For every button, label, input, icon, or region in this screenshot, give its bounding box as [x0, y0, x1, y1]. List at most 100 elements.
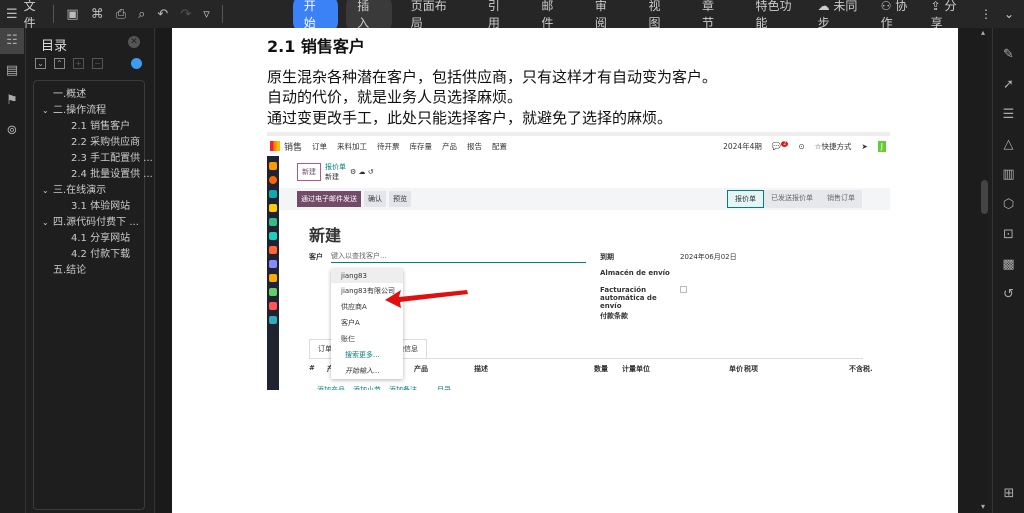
toc-item[interactable]: 2.3 手工配置供 ... [34, 151, 153, 167]
collapse-icon[interactable]: ⌃ [54, 58, 65, 69]
odoo-nav-item[interactable]: 产品 [442, 141, 457, 152]
expand-icon[interactable]: ⌄ [35, 58, 46, 69]
gear-icon[interactable]: ⚙ ☁ ↺ [350, 168, 374, 176]
scroll-down-icon[interactable]: ▾ [981, 502, 985, 511]
divider [221, 5, 223, 23]
odoo-nav-item[interactable]: 报告 [467, 141, 482, 152]
undo-icon[interactable]: ↶ [157, 7, 168, 22]
search-more-link[interactable]: 搜索更多... [331, 347, 403, 363]
clock-icon[interactable]: ⊙ [798, 142, 804, 151]
collab-button[interactable]: ⚇ 协作 [881, 0, 919, 31]
scroll-up-icon[interactable]: ▴ [981, 28, 985, 37]
shortcut[interactable]: ☆快捷方式 [815, 141, 852, 152]
paragraph: 原生混杂各种潜在客户，包括供应商，只有这样才有自动变为客户。 [267, 68, 718, 86]
remove-icon[interactable]: − [92, 58, 103, 69]
toc-item[interactable]: 五.结论 [34, 263, 144, 279]
paragraph: 自动的代价，就是业务人员选择麻烦。 [267, 88, 523, 106]
pen-icon[interactable]: ✎ [993, 40, 1024, 70]
chevron-icon[interactable]: ⌄ [42, 103, 53, 119]
odoo-nav-item[interactable]: 配置 [492, 141, 507, 152]
chevron-down-icon[interactable]: ⌄ [1004, 7, 1014, 21]
chat-icon[interactable]: 💬 2 [772, 141, 789, 151]
menu-icon[interactable]: ☰ [6, 7, 18, 22]
odoo-nav-item[interactable]: 来料加工 [337, 141, 367, 152]
history-icon[interactable]: ↺ [993, 280, 1024, 310]
send-icon[interactable]: ➤ [861, 142, 867, 151]
apps-grid-icon[interactable]: ⊞ [993, 479, 1024, 509]
column-header: 单价 [729, 365, 743, 373]
toc-item-label: 4.2 付款下载 [71, 249, 131, 260]
dropdown-option[interactable]: 账仨 [331, 331, 403, 347]
share-button[interactable]: ⇪ 分享 [931, 0, 968, 31]
add-icon[interactable]: + [73, 58, 84, 69]
toc-item[interactable]: 4.1 分享网站 [34, 231, 144, 247]
confirm-button[interactable]: 确认 [364, 191, 386, 207]
save-icon[interactable]: ▣ [66, 7, 78, 22]
toc-item[interactable]: ⌄ 二.操作流程 [34, 103, 144, 119]
chevron-icon[interactable]: ⌄ [42, 215, 53, 231]
form-field: Almacén de envío [600, 269, 737, 286]
shapes-icon[interactable]: △ [993, 130, 1024, 160]
paragraph: 通过变更改手工，此处只能选择客户，就避免了选择的麻烦。 [267, 109, 673, 127]
toc-item[interactable]: 2.4 批量设置供 ... [34, 167, 153, 183]
column-header: 不含税. [849, 365, 873, 373]
more-icon[interactable]: ▿ [203, 7, 210, 22]
send-email-button[interactable]: 通过电子邮件发送 [297, 191, 361, 207]
toc-item[interactable]: 2.2 采购供应商 [34, 135, 144, 151]
add-link[interactable]: 添加小节 [353, 385, 381, 390]
print-icon[interactable]: ⎙ [116, 7, 126, 22]
customer-input[interactable]: 键入以查找客户... [331, 251, 586, 263]
odoo-nav-item[interactable]: 订单 [312, 141, 327, 152]
chart-icon[interactable]: ▥ [993, 160, 1024, 190]
preview-button[interactable]: 预览 [389, 191, 411, 207]
add-link[interactable]: 目录 [437, 385, 451, 390]
chevron-icon[interactable]: ⌄ [42, 183, 53, 199]
close-icon[interactable]: ✕ [128, 36, 140, 48]
add-link[interactable]: 添加备注 [389, 385, 417, 390]
badge: 2 [781, 141, 789, 148]
print-preview-icon[interactable]: ⌕ [138, 7, 145, 22]
file-menu[interactable]: 文件 [24, 0, 48, 31]
dropdown-option[interactable]: 客户A [331, 315, 403, 331]
new-button[interactable]: 新建 [297, 163, 321, 181]
ai-icon[interactable] [131, 58, 142, 69]
toc-item[interactable]: 3.1 体验网站 [34, 199, 144, 215]
record-title: 新建 [309, 226, 342, 245]
sync-status[interactable]: ☁ 未同步 [818, 0, 869, 31]
toc-item-label: 二.操作流程 [53, 105, 107, 116]
hexagon-icon[interactable]: ⬡ [993, 190, 1024, 220]
odoo-nav-item[interactable]: 库存量 [410, 141, 433, 152]
stage-order[interactable]: 销售订单 [820, 190, 862, 208]
toc-item[interactable]: 一.概述 [34, 87, 144, 103]
toc-item-label: 2.1 销售客户 [71, 121, 131, 132]
toc-item[interactable]: 4.2 付款下载 [34, 247, 144, 263]
toc-item[interactable]: ⌄ 四.源代码付费下 ... [34, 215, 144, 231]
settings-sliders-icon[interactable]: ☰ [993, 100, 1024, 130]
cursor-icon[interactable]: ➚ [993, 70, 1024, 100]
vertical-scrollbar[interactable]: ▴ ▾ [960, 28, 988, 513]
stage-sent[interactable]: 已发送报价单 [764, 190, 820, 208]
bookmark-icon[interactable]: ⚑ [0, 88, 24, 114]
avatar[interactable]: J [877, 140, 886, 152]
toc-item[interactable]: ⌄ 三.在线演示 [34, 183, 144, 199]
portrait-icon[interactable]: ⊡ [993, 220, 1024, 250]
find-icon[interactable]: ⊚ [0, 118, 24, 144]
add-link[interactable]: 添加产品 [317, 385, 345, 390]
toc-icon[interactable]: ☷ [0, 28, 24, 54]
stage-quotation[interactable]: 报价单 [727, 190, 764, 208]
embedded-screenshot: 销售 订单 来料加工 待开票 库存量 产品 报告 配置 2024年4期 💬 2 ⊙ ☆快捷方式… [267, 132, 890, 390]
page-icon[interactable]: ▤ [0, 58, 24, 84]
toc-item[interactable]: 2.1 销售客户 [34, 119, 144, 135]
odoo-nav-item[interactable]: 待开票 [377, 141, 400, 152]
scroll-thumb[interactable] [981, 180, 988, 214]
more-vert-icon[interactable]: ⋮ [980, 7, 992, 21]
customer-label: 客户 [309, 253, 323, 261]
breadcrumb[interactable]: 报价单 [325, 162, 346, 172]
checkbox[interactable] [680, 286, 687, 293]
dropdown-option[interactable]: jiang83 [331, 269, 403, 283]
form-field: Facturación automática de envío [600, 286, 737, 311]
format-painter-icon[interactable]: ⌘ [91, 7, 104, 22]
image-tool-icon[interactable]: ▩ [993, 250, 1024, 280]
redo-icon[interactable]: ↷ [180, 7, 191, 22]
start-typing-link[interactable]: 开始输入... [331, 363, 403, 379]
